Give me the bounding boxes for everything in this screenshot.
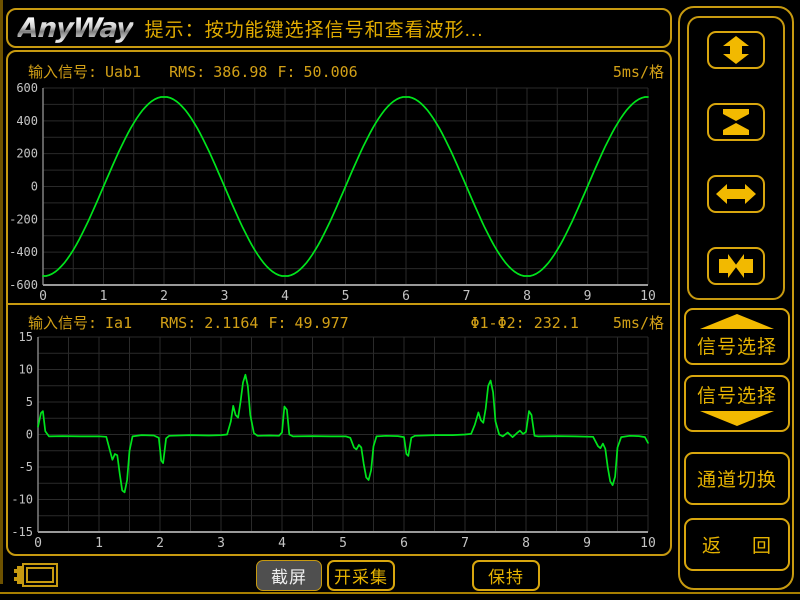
channel-switch-label: 通道切换 (697, 465, 777, 492)
svg-text:600: 600 (16, 81, 38, 95)
screenshot-label: 截屏 (271, 563, 307, 588)
svg-text:-200: -200 (9, 212, 38, 226)
compress-horizontal-icon (716, 252, 756, 280)
svg-text:0: 0 (31, 180, 38, 194)
signal-select-up-button[interactable]: 信号选择 (684, 308, 790, 365)
svg-text:6: 6 (402, 289, 410, 304)
svg-text:2: 2 (156, 536, 164, 551)
svg-text:-5: -5 (19, 460, 33, 474)
battery-icon (13, 561, 61, 589)
waveform-zoom-button-group (687, 16, 785, 300)
svg-text:3: 3 (217, 536, 225, 551)
svg-text:10: 10 (640, 536, 656, 551)
current-waveform-chart: 151050-5-10-15012345678910 (8, 307, 670, 556)
svg-text:-10: -10 (11, 493, 33, 507)
back-label-right: 回 (752, 531, 772, 558)
svg-text:0: 0 (39, 289, 47, 304)
svg-text:-15: -15 (11, 525, 33, 539)
svg-text:7: 7 (463, 289, 471, 304)
svg-text:-600: -600 (9, 278, 38, 292)
screenshot-button[interactable]: 截屏 (256, 560, 322, 591)
expand-horizontal-icon (716, 180, 756, 208)
svg-text:4: 4 (281, 289, 289, 304)
expand-vertical-icon (716, 36, 756, 64)
svg-text:200: 200 (16, 147, 38, 161)
triangle-down-icon (700, 411, 774, 426)
back-label-left: 返 (702, 531, 722, 558)
vertical-compress-button[interactable] (707, 103, 765, 141)
hold-button[interactable]: 保持 (472, 560, 540, 591)
svg-text:2: 2 (160, 289, 168, 304)
svg-text:3: 3 (221, 289, 229, 304)
svg-text:15: 15 (19, 330, 33, 344)
svg-text:5: 5 (342, 289, 350, 304)
status-message: 提示：按功能键选择信号和查看波形... (145, 15, 484, 42)
svg-text:-400: -400 (9, 245, 38, 259)
svg-text:0: 0 (34, 536, 42, 551)
horizontal-expand-button[interactable] (707, 175, 765, 213)
svg-text:8: 8 (522, 536, 530, 551)
svg-text:10: 10 (19, 363, 33, 377)
screen-bottom-edge (0, 592, 800, 594)
svg-text:5: 5 (26, 395, 33, 409)
svg-text:9: 9 (584, 289, 592, 304)
vertical-expand-button[interactable] (707, 31, 765, 69)
signal-select-down-button[interactable]: 信号选择 (684, 375, 790, 432)
svg-text:8: 8 (523, 289, 531, 304)
start-acquisition-button[interactable]: 开采集 (327, 560, 395, 591)
svg-text:7: 7 (461, 536, 469, 551)
triangle-up-icon (700, 314, 774, 329)
svg-text:1: 1 (100, 289, 108, 304)
hold-label: 保持 (488, 563, 524, 588)
signal-select-up-label: 信号选择 (697, 332, 777, 359)
voltage-waveform-chart: 6004002000-200-400-600012345678910 (8, 52, 670, 305)
svg-text:5: 5 (339, 536, 347, 551)
svg-text:1: 1 (95, 536, 103, 551)
signal-select-down-label: 信号选择 (697, 381, 777, 408)
anyway-logo: AnyWay (17, 13, 134, 44)
analyzer-screen: AnyWay 提示：按功能键选择信号和查看波形... 输入信号: Uab1 RM… (0, 0, 800, 600)
svg-text:0: 0 (26, 428, 33, 442)
svg-text:400: 400 (16, 114, 38, 128)
svg-text:6: 6 (400, 536, 408, 551)
channel-switch-button[interactable]: 通道切换 (684, 452, 790, 505)
svg-text:9: 9 (583, 536, 591, 551)
start-acquisition-label: 开采集 (334, 563, 388, 588)
back-button[interactable]: 返 回 (684, 518, 790, 571)
compress-vertical-icon (716, 108, 756, 136)
screen-left-edge (0, 0, 3, 584)
svg-text:4: 4 (278, 536, 286, 551)
svg-text:10: 10 (640, 289, 656, 304)
title-bar: AnyWay 提示：按功能键选择信号和查看波形... (6, 8, 672, 48)
horizontal-compress-button[interactable] (707, 247, 765, 285)
